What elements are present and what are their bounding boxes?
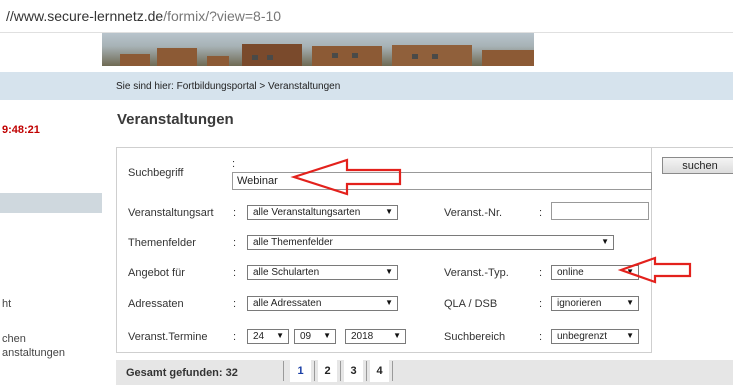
arrow-left-icon — [617, 256, 692, 284]
arrow-left-icon — [290, 158, 402, 196]
annotation-arrows — [290, 158, 692, 284]
